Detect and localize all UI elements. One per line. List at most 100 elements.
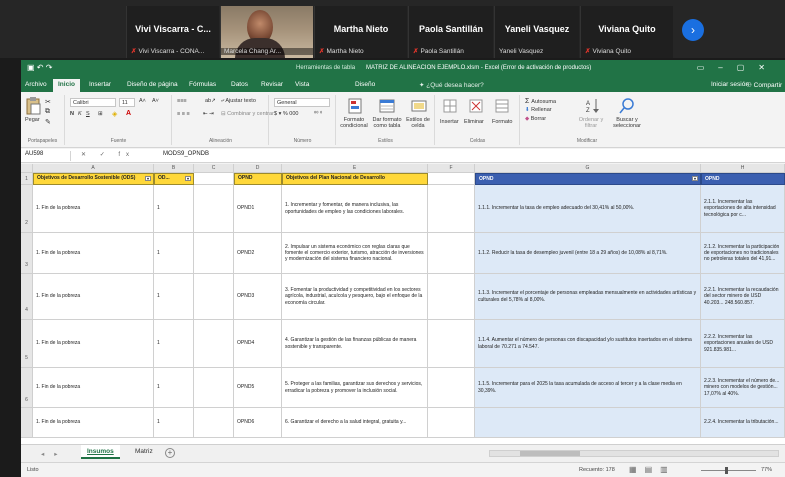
ribbon-options-icon[interactable]: ▭	[697, 63, 719, 72]
redo-icon[interactable]: ↷	[46, 63, 53, 72]
header-cell-opnd[interactable]: OPND	[234, 173, 282, 185]
tab-table-design[interactable]: Diseño	[355, 81, 375, 88]
cell-meta2[interactable]: 2.2.3. Incrementar el número de... miner…	[701, 368, 785, 408]
cell-opnd-meta[interactable]: 1.1.2. Reducir la tasa de desempleo juve…	[475, 233, 701, 274]
cell[interactable]	[428, 233, 475, 274]
cell-meta2[interactable]: 2.2.2. Incrementar las exportaciones anu…	[701, 320, 785, 368]
column-header[interactable]: F	[428, 164, 475, 173]
decimal-icon[interactable]: ⁰⁰ ⁰	[314, 111, 322, 117]
conditional-format-icon[interactable]	[347, 97, 363, 115]
cell[interactable]	[428, 274, 475, 320]
wrap-text-button[interactable]: ⤶ Ajustar texto	[221, 98, 256, 105]
next-participants-button[interactable]: ›	[682, 19, 704, 41]
column-header[interactable]: D	[234, 164, 282, 173]
grow-font-icon[interactable]: A˄	[139, 98, 146, 104]
cell-opnd-meta[interactable]: 1.1.1. Incrementar la tasa de empleo ade…	[475, 185, 701, 233]
align-top-icon[interactable]: ≡≡≡	[177, 98, 187, 104]
format-painter-icon[interactable]: ✎	[45, 118, 51, 126]
delete-cells-button[interactable]: Eliminar	[464, 119, 484, 125]
cell-ods[interactable]: 1. Fin de la pobreza	[33, 274, 154, 320]
cell-opnd[interactable]: OPND5	[234, 368, 282, 408]
underline-button[interactable]: S	[86, 111, 90, 117]
row-header[interactable]: 1	[21, 173, 33, 185]
minimize-icon[interactable]: –	[718, 63, 736, 72]
fill-button[interactable]: ⬇ Rellenar	[525, 107, 552, 113]
clear-button[interactable]: ◆ Borrar	[525, 116, 546, 122]
cell-opnd[interactable]: OPND3	[234, 274, 282, 320]
paste-button[interactable]: Pegar	[25, 117, 40, 123]
participant-tile[interactable]: Martha Nieto ✗ Martha Nieto	[314, 6, 407, 58]
tab-page-layout[interactable]: Diseño de página	[127, 81, 178, 88]
header-cell-ods-code[interactable]: OD... ▾	[154, 173, 194, 185]
sort-filter-button[interactable]: Ordenar y filtrar	[575, 117, 607, 129]
cell[interactable]	[428, 368, 475, 408]
row-header[interactable]: 4	[21, 274, 33, 320]
font-size-dropdown[interactable]: 11	[119, 98, 135, 107]
cell-opnd[interactable]: OPND4	[234, 320, 282, 368]
align-left-icon[interactable]: ≡ ≡ ≡	[177, 111, 190, 117]
save-icon[interactable]: ▣	[27, 63, 35, 72]
cell-ods-code[interactable]: 1	[154, 233, 194, 274]
tab-view[interactable]: Vista	[295, 81, 309, 88]
cell[interactable]	[194, 408, 234, 438]
participant-video-tile[interactable]: Marcela Chang Ar...	[220, 6, 313, 58]
cell[interactable]	[194, 173, 234, 185]
column-header[interactable]: E	[282, 164, 428, 173]
undo-icon[interactable]: ↶	[37, 63, 44, 72]
participant-tile[interactable]: Viviana Quito ✗ Viviana Quito	[580, 6, 673, 58]
insert-cells-icon[interactable]	[442, 97, 458, 115]
cell-opnd-meta[interactable]	[475, 408, 701, 438]
cell[interactable]	[428, 173, 475, 185]
cell-opnd-meta[interactable]: 1.1.4. Aumentar el número de personas co…	[475, 320, 701, 368]
share-button[interactable]: ⚇ Compartir	[746, 81, 782, 89]
cell-opnd-meta[interactable]: 1.1.5. Incrementar para el 2025 la tasa …	[475, 368, 701, 408]
cell-opnd-description[interactable]: 1. Incrementar y fomentar, de manera inc…	[282, 185, 428, 233]
cell-ods[interactable]: 1. Fin de la pobreza	[33, 233, 154, 274]
cell-ods-code[interactable]: 1	[154, 368, 194, 408]
column-header[interactable]: G	[475, 164, 701, 173]
header-cell-opnd-description[interactable]: Objetivos del Plan Nacional de Desarroll…	[282, 173, 428, 185]
merge-center-button[interactable]: ⊟ Combinar y centrar	[221, 111, 274, 117]
sheet-tab-matriz[interactable]: Matriz	[129, 445, 159, 459]
header-cell-opnd-meta[interactable]: OPND ▾	[475, 173, 701, 185]
select-all-corner[interactable]	[21, 164, 33, 173]
spreadsheet-grid[interactable]: A B C D E F G H 1 Objetivos de Desarroll…	[21, 164, 785, 444]
column-header[interactable]: B	[154, 164, 194, 173]
cell-ods-code[interactable]: 1	[154, 408, 194, 438]
currency-icon[interactable]: $ ▾ % 000	[274, 111, 298, 117]
name-box[interactable]: AU598	[21, 151, 71, 161]
cell-ods[interactable]: 1. Fin de la pobreza	[33, 368, 154, 408]
sheet-nav-arrows[interactable]: ◂▸	[41, 450, 68, 458]
cell-opnd-meta[interactable]: 1.1.3. Incrementar el porcentaje de pers…	[475, 274, 701, 320]
copy-icon[interactable]: ⧉	[45, 108, 50, 116]
zoom-slider[interactable]	[701, 470, 756, 471]
paste-icon[interactable]	[25, 97, 41, 115]
row-header[interactable]: 3	[21, 233, 33, 274]
format-as-table-button[interactable]: Dar formato como tabla	[371, 117, 403, 129]
cell[interactable]	[194, 233, 234, 274]
cell-meta2[interactable]: 2.2.4. Incrementar la tributación...	[701, 408, 785, 438]
cell-ods[interactable]: 1. Fin de la pobreza	[33, 408, 154, 438]
sign-in-link[interactable]: Iniciar sesión	[711, 81, 749, 88]
normal-view-icon[interactable]: ▦	[629, 465, 645, 474]
filter-dropdown-icon[interactable]: ▾	[692, 176, 698, 181]
cell-opnd-description[interactable]: 5. Proteger a las familias, garantizar s…	[282, 368, 428, 408]
row-header[interactable]: 6	[21, 368, 33, 408]
tell-me-search[interactable]: ✦ ¿Qué desea hacer?	[419, 81, 484, 89]
cell[interactable]	[194, 368, 234, 408]
cut-icon[interactable]: ✂	[45, 98, 51, 106]
cell-opnd-description[interactable]: 6. Garantizar el derecho a la salud inte…	[282, 408, 428, 438]
italic-button[interactable]: K	[78, 111, 82, 117]
bold-button[interactable]: N	[70, 111, 74, 117]
indent-icon[interactable]: ⇤ ⇥	[203, 111, 214, 117]
zoom-level[interactable]: 77%	[761, 467, 772, 473]
participant-tile[interactable]: Vivi Viscarra - C... ✗ Vivi Viscarra - CO…	[126, 6, 219, 58]
cell[interactable]	[194, 185, 234, 233]
column-header[interactable]: C	[194, 164, 234, 173]
tab-insert[interactable]: Insertar	[89, 81, 111, 88]
cell-opnd[interactable]: OPND1	[234, 185, 282, 233]
column-header[interactable]: H	[701, 164, 785, 173]
find-icon[interactable]	[619, 97, 635, 115]
cell-ods-code[interactable]: 1	[154, 274, 194, 320]
row-header[interactable]	[21, 408, 33, 438]
